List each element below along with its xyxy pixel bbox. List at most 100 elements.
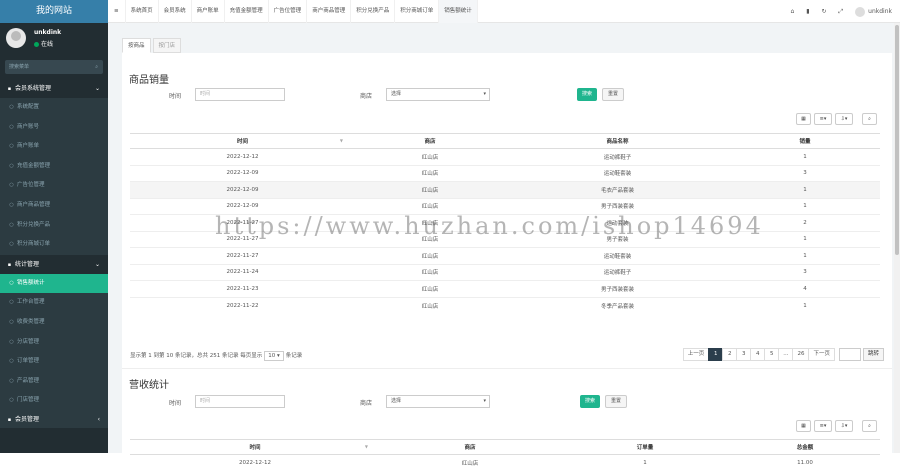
search-icon[interactable]: ⌕ [862,420,877,432]
export-icon[interactable]: ⇩▾ [835,113,853,125]
revenue-reset-button[interactable]: 重置 [605,395,627,408]
page-button[interactable]: 5 [764,348,779,361]
menu-toggle-icon[interactable]: ≡ [108,0,126,23]
table-row: 2022-12-12红山店111.00 [130,455,880,471]
sidebar-item-label: 销售额统计 [17,280,45,286]
page-button[interactable]: 2 [722,348,737,361]
sidebar-item[interactable]: ○分店管理 [0,333,108,353]
user-name: unkdink [34,29,108,36]
top-tab[interactable]: 商户账单 [192,0,225,23]
col-qty[interactable]: 销量 [730,134,880,149]
trash-icon[interactable]: ▮ [806,8,809,15]
top-tab[interactable]: 积分兑换产品 [351,0,395,23]
list-menu-icon[interactable]: ≡▾ [814,420,832,432]
sort-icon[interactable]: ▼ [340,138,343,143]
table-row: 2022-11-27红山店运动鞋套装1 [130,248,880,265]
revenue-search-button[interactable]: 搜索 [580,395,600,408]
top-tab[interactable]: 积分商城订单 [395,0,439,23]
table-row: 2022-11-24红山店运动裤鞋子3 [130,264,880,281]
sort-icon[interactable]: ▼ [365,444,368,449]
top-tab[interactable]: 广告位管理 [269,0,308,23]
columns-icon[interactable]: ▦ [796,113,811,125]
site-logo[interactable]: 我的网站 [0,0,108,23]
table-row: 2022-12-09红山店运动鞋套装3 [130,165,880,182]
sales-table: 时间▼ 商店 商品名称 销量 2022-12-12红山店运动裤鞋子12022-1… [130,133,880,314]
sidebar-item-label: 广告位管理 [17,182,45,188]
table-cell: 红山店 [355,198,505,215]
table-cell: 红山店 [355,182,505,199]
sidebar-item-label: 系统配置 [17,104,39,110]
stats-panel: 商品销量 时间 时间 商店 选择▾ 搜索 重置 ▦ ≡▾ ⇩▾ ⌕ 时间▼ 商店… [122,53,892,453]
revenue-store-value: 选择 [391,398,401,404]
search-icon[interactable]: ⌕ [95,60,98,74]
menu-group-label: 统计管理 [15,261,39,268]
revenue-store-select[interactable]: 选择▾ [386,395,490,408]
page-button[interactable]: ... [778,348,793,361]
page-button[interactable]: 4 [750,348,765,361]
col-amount[interactable]: 总金额 [730,440,880,455]
circle-icon: ○ [8,216,15,236]
sidebar-item[interactable]: ○商户账号 [0,118,108,138]
user-menu[interactable]: unkdink [855,8,892,15]
search-icon[interactable]: ⌕ [862,113,877,125]
sales-search-button[interactable]: 搜索 [577,88,597,101]
col-orders[interactable]: 订单量 [560,440,730,455]
page-button[interactable]: 下一页 [808,348,835,361]
sidebar-item[interactable]: ○商户账单 [0,137,108,157]
table-row: 2022-11-27红山店运动套装2 [130,215,880,232]
col-time[interactable]: 时间▼ [130,440,380,455]
top-tab[interactable]: 充值金额管理 [225,0,269,23]
menu-group-member-system[interactable]: ▪会员系统管理⌄ [0,79,108,98]
tab-by-product[interactable]: 按商品 [122,38,151,53]
columns-icon[interactable]: ▦ [796,420,811,432]
fullscreen-icon[interactable]: ⤢ [838,8,843,15]
top-tab[interactable]: 系统首页 [126,0,159,23]
sidebar-item[interactable]: ○广告位管理 [0,176,108,196]
tab-by-store[interactable]: 按门店 [153,38,182,53]
top-tab[interactable]: 销售额统计 [439,0,478,23]
menu-group-member[interactable]: ▪会员管理‹ [0,411,108,428]
sales-store-value: 选择 [391,91,401,97]
col-time-label: 时间 [237,139,248,145]
page-jump-button[interactable]: 跳转 [863,348,884,361]
top-tab[interactable]: 商户商品管理 [307,0,351,23]
page-jump-input[interactable] [839,348,861,361]
col-store[interactable]: 商店 [355,134,505,149]
page-button[interactable]: 上一页 [683,348,710,361]
col-time[interactable]: 时间 ▼ [130,134,355,149]
export-icon[interactable]: ⇩▾ [835,420,853,432]
sidebar-item[interactable]: ○积分商城订单 [0,235,108,255]
sales-store-label: 商店 [360,91,372,100]
sidebar-item[interactable]: ○商户商品管理 [0,196,108,216]
sidebar-search-input[interactable]: 搜索菜单⌕ [5,60,103,74]
page-button[interactable]: 1 [708,348,723,361]
sidebar-item[interactable]: ○订单管理 [0,352,108,372]
list-menu-icon[interactable]: ≡▾ [814,113,832,125]
sales-reset-button[interactable]: 重置 [602,88,624,101]
sidebar-item[interactable]: ○门店管理 [0,391,108,411]
sidebar-item[interactable]: ○销售额统计 [0,274,108,294]
sidebar-item[interactable]: ○产品管理 [0,372,108,392]
page-button[interactable]: 26 [792,348,809,361]
sales-store-select[interactable]: 选择▾ [386,88,490,101]
top-tab[interactable]: 会员系统 [159,0,192,23]
page-size-select[interactable]: 10 ▾ [264,351,284,361]
scrollbar-thumb[interactable] [895,25,899,255]
refresh-icon[interactable]: ↻ [821,8,826,15]
table-cell: 2022-11-23 [130,281,355,298]
sidebar-item[interactable]: ○工作台管理 [0,293,108,313]
revenue-time-input[interactable]: 时间 [195,395,285,408]
menu-group-stats[interactable]: ▪统计管理⌄ [0,255,108,274]
table-cell: 男子西装套装 [505,281,730,298]
col-store[interactable]: 商店 [380,440,560,455]
sidebar-item[interactable]: ○收费类管理 [0,313,108,333]
sidebar-item-label: 收费类管理 [17,319,45,325]
col-product[interactable]: 商品名称 [505,134,730,149]
page-button[interactable]: 3 [736,348,751,361]
home-icon[interactable]: ⌂ [791,8,795,15]
sidebar-item[interactable]: ○充值金额管理 [0,157,108,177]
scrollbar[interactable] [894,23,900,453]
sidebar-item[interactable]: ○系统配置 [0,98,108,118]
sales-time-input[interactable]: 时间 [195,88,285,101]
sidebar-item[interactable]: ○积分兑换产品 [0,216,108,236]
